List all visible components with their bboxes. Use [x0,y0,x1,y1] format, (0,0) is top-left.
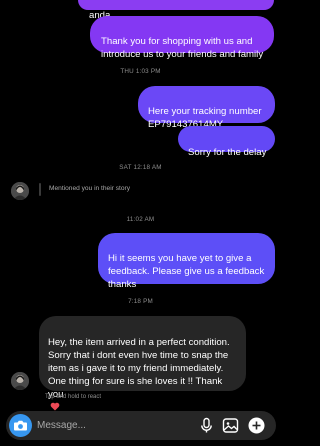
timestamp: THU 1:03 PM [120,68,161,75]
message-text: Sorry for the delay [188,147,267,158]
sent-message-partial[interactable]: anda [78,0,274,21]
timestamp: 11:02 AM [126,216,155,223]
sent-message-tracking[interactable]: Here your tracking number EP791437614MY [138,86,275,130]
sender-avatar[interactable] [11,372,29,390]
message-text: Hey, the item arrived in a perfect condi… [48,337,230,400]
tap-hold-hint: Tap and hold to react [45,394,102,400]
sent-message-feedback[interactable]: Hi it seems you have yet to give a feedb… [98,233,275,290]
message-text: Thank you for shopping with us and intro… [101,36,264,60]
sent-message-shopping[interactable]: Thank you for shopping with us and intro… [90,16,274,60]
timestamp: 7:18 PM [128,298,153,305]
microphone-icon[interactable] [197,416,216,435]
plus-icon[interactable] [247,416,266,435]
gallery-icon[interactable] [221,416,240,435]
sent-message-sorry[interactable]: Sorry for the delay [178,126,275,158]
dm-thread: anda Thank you for shopping with us and … [0,0,281,446]
received-message-reply[interactable]: Hey, the item arrived in a perfect condi… [39,316,246,411]
message-text: Hi it seems you have yet to give a feedb… [108,253,265,290]
camera-button[interactable] [9,414,32,437]
timestamp: SAT 12:18 AM [119,164,162,171]
story-mention-bar [39,183,41,196]
message-input[interactable] [37,411,187,440]
message-composer [6,411,276,440]
story-mention-text: Mentioned you in their story [49,185,130,192]
camera-icon [14,420,27,431]
heart-emoji [50,402,60,411]
sender-avatar[interactable] [11,182,29,200]
